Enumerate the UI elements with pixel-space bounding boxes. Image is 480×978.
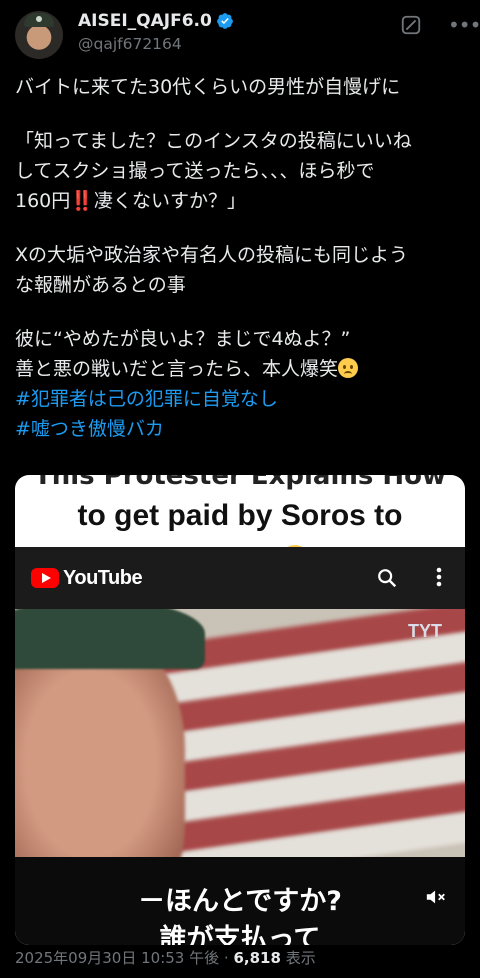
author-display-name[interactable]: AISEI_QAJF6.0 (78, 11, 212, 31)
tweet-line: バイトに来てた30代くらいの男性が自慢げに (15, 76, 401, 98)
tweet-line: Xの大垢や政治家や有名人の投稿にも同じよう (15, 244, 409, 266)
tweet-line-tail: 凄くないすか？」 (93, 190, 246, 212)
video-frame[interactable]: YouTube TYT －ほんとですか? 誰が支払って (15, 547, 465, 945)
tweet-line: 160円‼️凄くないすか？」 (15, 186, 467, 216)
subtitle-line-2: 誰が支払って (159, 924, 321, 945)
mute-icon[interactable] (425, 887, 447, 907)
verified-badge-icon[interactable] (216, 12, 234, 30)
views-count: 6,818 (233, 949, 281, 967)
more-options-icon[interactable]: ••• (448, 15, 480, 35)
tweet-media[interactable]: This Protester Explains How to get paid … (15, 475, 465, 945)
grok-icon[interactable] (400, 14, 422, 36)
tweet-line: な報酬があるとの事 (15, 274, 186, 296)
views-label: 表示 (285, 949, 316, 967)
tweet-line: 善と悪の戦いだと言ったら、本人爆笑 (15, 354, 467, 384)
kebab-menu-icon (436, 567, 442, 587)
subtitle-area: －ほんとですか? 誰が支払って (15, 857, 465, 945)
youtube-bar: YouTube (15, 547, 465, 609)
tweet-meta: 2025年09月30日 10:53 午後 · 6,818 表示 (15, 947, 316, 968)
tweet-timestamp[interactable]: 2025年09月30日 10:53 午後 (15, 949, 219, 967)
caption-line-1: to get paid by Soros to (77, 499, 403, 532)
tweet-text: バイトに来てた30代くらいの男性が自慢げに 「知ってました？このインスタの投稿に… (15, 72, 467, 444)
person-hat (15, 609, 205, 669)
tweet-line-text: 善と悪の戦いだと言ったら、本人爆笑 (15, 358, 339, 380)
hashtag-link[interactable]: #犯罪者は己の犯罪に自覚なし (15, 384, 467, 414)
subtitle-line-1: －ほんとですか? (138, 886, 342, 917)
caption-top-partial: This Protester Explains How (33, 475, 447, 491)
search-icon (378, 569, 397, 588)
tweet-line: 「知ってました？このインスタの投稿にいいね (15, 130, 412, 152)
tweet-header: AISEI_QAJF6.0 @qajf672164 ••• (0, 0, 480, 62)
youtube-brand: YouTube (63, 567, 143, 589)
meta-separator: · (223, 949, 229, 967)
worried-face-icon (338, 358, 359, 378)
author-handle[interactable]: @qajf672164 (78, 35, 182, 53)
youtube-logo-icon (31, 568, 59, 588)
tweet-line: 彼に“やめたが良いよ？まじで4ぬよ？” (15, 328, 351, 350)
double-exclamation-icon: ‼️ (70, 190, 94, 212)
author-avatar[interactable] (15, 11, 63, 59)
hashtag-link[interactable]: #嘘つき傲慢バカ (15, 414, 467, 444)
tweet-amount: 160円 (15, 190, 71, 212)
tweet-line: してスクショ撮って送ったら、、、ほら秒で (15, 160, 375, 182)
channel-watermark: TYT (408, 621, 442, 641)
